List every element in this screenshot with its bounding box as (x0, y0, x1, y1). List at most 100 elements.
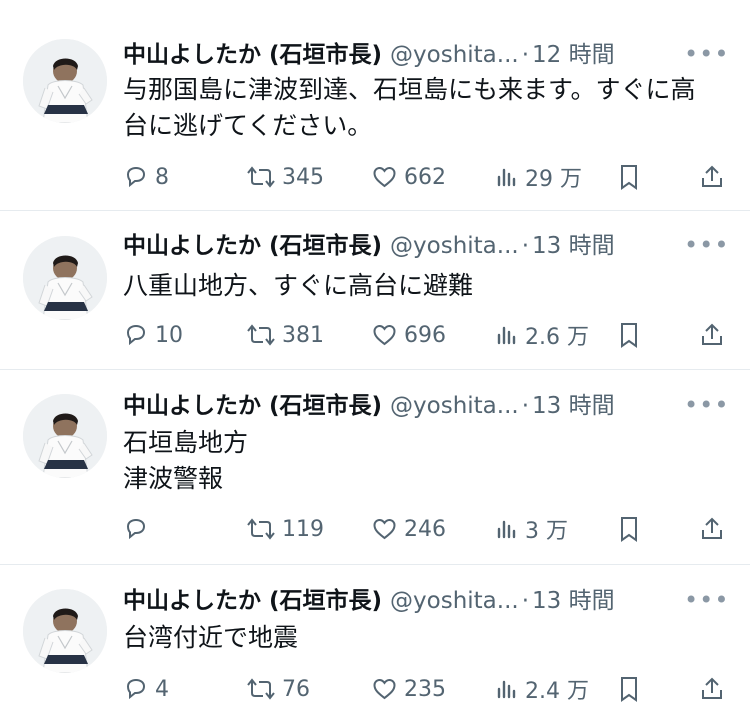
avatar[interactable] (23, 394, 107, 478)
retweet-button[interactable]: 381 (246, 315, 324, 355)
tweet-text: 台湾付近で地震 (123, 623, 299, 652)
views-bar-chart-icon (497, 520, 516, 539)
like-button[interactable]: 696 (371, 315, 446, 355)
more-dots-icon[interactable]: ••• (684, 391, 728, 421)
more-dots-icon[interactable]: ••• (684, 40, 728, 70)
reply-count: 10 (155, 322, 183, 348)
avatar[interactable] (23, 39, 107, 123)
author-name[interactable]: 中山よしたか (石垣市長) (123, 588, 382, 614)
views-button[interactable]: 2.4 万 (495, 669, 589, 709)
reply-icon (126, 678, 146, 700)
tweet-text: 石垣島地方 津波警報 (123, 428, 249, 493)
tweet-text: 与那国島に津波到達、石垣島にも来ます。すぐに高 台に逃げてください。 (123, 75, 696, 140)
tweet-actions: 8 345 662 29 万 (0, 157, 750, 197)
tweet-actions: 10 381 696 2.6 万 (0, 315, 750, 355)
retweet-count: 119 (282, 516, 324, 542)
like-button[interactable]: 246 (371, 509, 446, 549)
like-count: 662 (404, 164, 446, 190)
views-bar-chart-icon (497, 326, 516, 345)
share-button[interactable] (698, 669, 726, 709)
separator-dot: · (521, 588, 530, 614)
like-count: 235 (404, 676, 446, 702)
heart-icon (373, 166, 396, 188)
share-upload-icon (702, 323, 722, 345)
avatar[interactable] (23, 236, 107, 320)
bookmark-button[interactable] (617, 315, 641, 355)
reply-button[interactable]: 4 (123, 669, 169, 709)
bookmark-icon (621, 323, 637, 348)
author-handle[interactable]: @yoshita... (390, 393, 519, 419)
retweet-count: 381 (282, 322, 324, 348)
tweet-header: 中山よしたか (石垣市長) @yoshita... · 13 時間 ••• (123, 231, 730, 261)
avatar[interactable] (23, 589, 107, 673)
reply-icon (126, 166, 146, 188)
author-handle[interactable]: @yoshita... (390, 233, 519, 259)
separator-dot: · (521, 42, 530, 68)
retweet-button[interactable]: 345 (246, 157, 324, 197)
author-name[interactable]: 中山よしたか (石垣市長) (123, 233, 382, 259)
views-button[interactable]: 29 万 (495, 157, 582, 197)
retweet-button[interactable]: 119 (246, 509, 324, 549)
post-time[interactable]: 13 時間 (532, 233, 615, 259)
bookmark-icon (621, 517, 637, 542)
separator-dot: · (521, 233, 530, 259)
like-count: 246 (404, 516, 446, 542)
separator-dot: · (521, 393, 530, 419)
heart-icon (373, 518, 396, 540)
tweet[interactable]: 中山よしたか (石垣市長) @yoshita... · 12 時間 ••• 与那国島に… (0, 0, 750, 211)
bookmark-button[interactable] (617, 157, 641, 197)
tweet[interactable]: 中山よしたか (石垣市長) @yoshita... · 13 時間 ••• 台湾付近で… (0, 565, 750, 715)
retweet-icon (247, 518, 275, 540)
retweet-count: 345 (282, 164, 324, 190)
views-bar-chart-icon (497, 680, 516, 699)
post-time[interactable]: 13 時間 (532, 588, 615, 614)
share-button[interactable] (698, 157, 726, 197)
view-count: 29 万 (525, 167, 582, 192)
bookmark-button[interactable] (617, 669, 641, 709)
reply-count: 8 (155, 164, 169, 190)
reply-icon (126, 518, 146, 540)
views-button[interactable]: 3 万 (495, 509, 568, 549)
author-name[interactable]: 中山よしたか (石垣市長) (123, 42, 382, 68)
more-dots-icon[interactable]: ••• (684, 586, 728, 616)
tweet[interactable]: 中山よしたか (石垣市長) @yoshita... · 13 時間 ••• 八重山地方… (0, 211, 750, 370)
tweet-header: 中山よしたか (石垣市長) @yoshita... · 13 時間 ••• (123, 391, 730, 421)
bookmark-icon (621, 677, 637, 702)
like-count: 696 (404, 322, 446, 348)
reply-button[interactable]: 10 (123, 315, 183, 355)
tweet-header: 中山よしたか (石垣市長) @yoshita... · 12 時間 ••• (123, 40, 730, 70)
like-button[interactable]: 235 (371, 669, 446, 709)
like-button[interactable]: 662 (371, 157, 446, 197)
share-button[interactable] (698, 315, 726, 355)
post-time[interactable]: 13 時間 (532, 393, 615, 419)
retweet-icon (247, 166, 275, 188)
post-time[interactable]: 12 時間 (532, 42, 615, 68)
heart-icon (373, 678, 396, 700)
retweet-button[interactable]: 76 (246, 669, 310, 709)
views-bar-chart-icon (497, 168, 516, 187)
tweet-feed: 中山よしたか (石垣市長) @yoshita... · 12 時間 ••• 与那国島に… (0, 0, 750, 715)
bookmark-icon (621, 165, 637, 190)
views-button[interactable]: 2.6 万 (495, 315, 589, 355)
reply-icon (126, 324, 146, 346)
retweet-icon (247, 678, 275, 700)
tweet-text: 八重山地方、すぐに高台に避難 (123, 271, 474, 300)
tweet-header: 中山よしたか (石垣市長) @yoshita... · 13 時間 ••• (123, 586, 730, 616)
reply-button[interactable] (123, 509, 155, 549)
reply-button[interactable]: 8 (123, 157, 169, 197)
tweet-actions: 119 246 3 万 (0, 509, 750, 549)
author-name[interactable]: 中山よしたか (石垣市長) (123, 393, 382, 419)
view-count: 3 万 (525, 519, 568, 544)
share-button[interactable] (698, 509, 726, 549)
bookmark-button[interactable] (617, 509, 641, 549)
tweet[interactable]: 中山よしたか (石垣市長) @yoshita... · 13 時間 ••• 石垣島地方… (0, 370, 750, 565)
share-upload-icon (702, 165, 722, 187)
tweet-actions: 4 76 235 2.4 万 (0, 669, 750, 709)
share-upload-icon (702, 517, 722, 539)
reply-count: 4 (155, 676, 169, 702)
author-handle[interactable]: @yoshita... (390, 42, 519, 68)
more-dots-icon[interactable]: ••• (684, 231, 728, 261)
heart-icon (373, 324, 396, 346)
author-handle[interactable]: @yoshita... (390, 588, 519, 614)
retweet-icon (247, 324, 275, 346)
